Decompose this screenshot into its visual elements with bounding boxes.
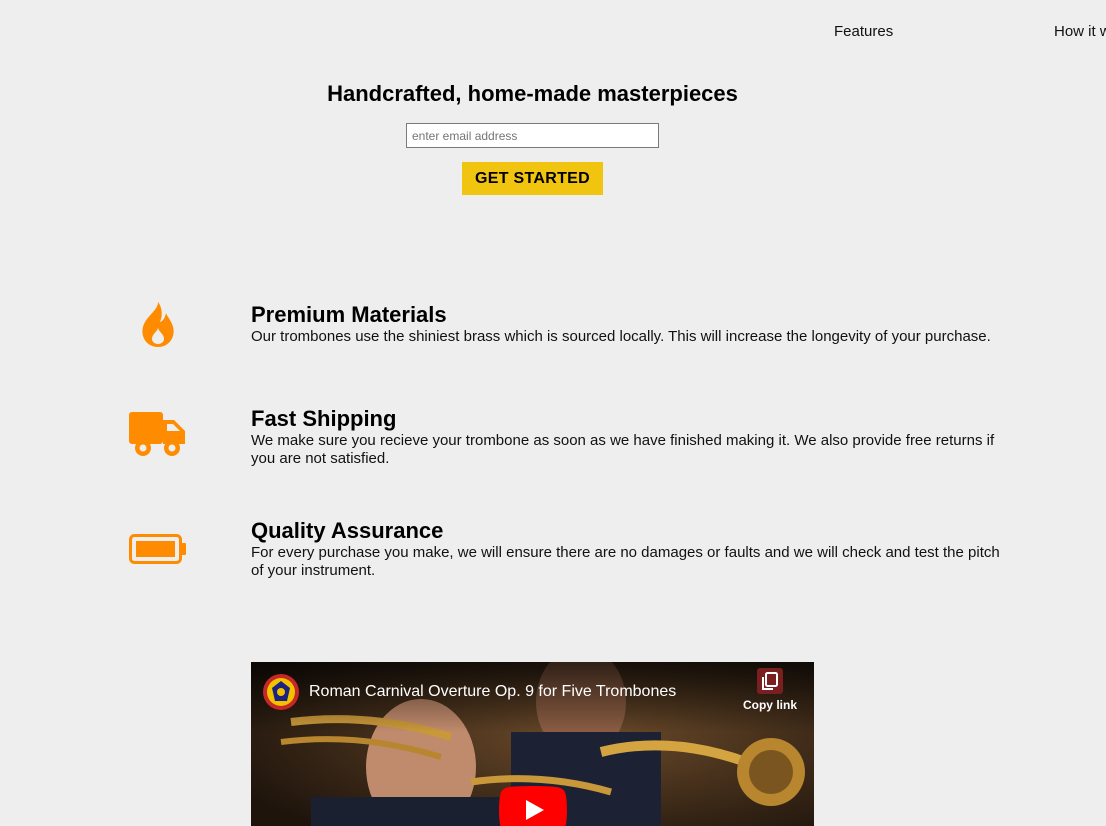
feature-description: Our trombones use the shiniest brass whi… [251,328,991,345]
play-icon[interactable] [499,786,567,826]
nav-link-features[interactable]: Features [834,23,893,40]
hero-title: Handcrafted, home-made masterpieces [327,81,738,106]
feature-title: Quality Assurance [251,518,444,543]
landing-page: Features How it w Handcrafted, home-made… [0,0,1106,826]
video-embed[interactable]: Roman Carnival Overture Op. 9 for Five T… [251,662,814,826]
feature-text: Premium Materials Our trombones use the … [251,302,1011,346]
video-title[interactable]: Roman Carnival Overture Op. 9 for Five T… [309,683,676,701]
battery-full-icon [129,534,186,564]
copy-icon [757,668,783,694]
feature-description: We make sure you recieve your trombone a… [251,432,995,467]
copy-link-label: Copy link [742,698,797,712]
get-started-button[interactable]: GET STARTED [462,162,603,195]
feature-title: Fast Shipping [251,406,397,431]
feature-title: Premium Materials [251,302,447,327]
truck-icon [129,412,185,456]
feature-text: Fast Shipping We make sure you recieve y… [251,406,1011,468]
feature-description: For every purchase you make, we will ens… [251,544,1000,579]
nav-link-how-it-works[interactable]: How it w [1054,23,1106,40]
fire-icon [142,302,174,347]
channel-avatar-icon[interactable] [263,674,299,710]
email-input[interactable] [406,123,659,148]
copy-link-button[interactable]: Copy link [739,668,801,720]
feature-text: Quality Assurance For every purchase you… [251,518,1011,580]
